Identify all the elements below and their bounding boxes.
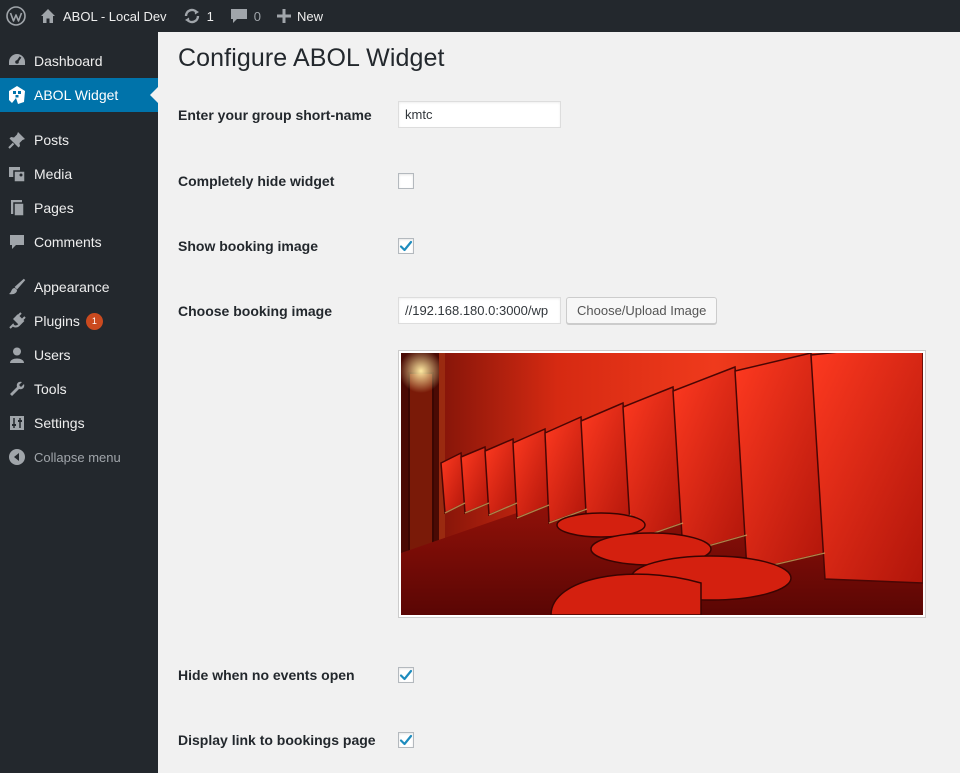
sidebar-item-label: Plugins <box>34 313 80 329</box>
hide-no-events-label: Hide when no events open <box>178 667 355 683</box>
comment-bubble-icon <box>230 8 248 24</box>
admin-bar: ABOL - Local Dev 1 0 New <box>0 0 960 32</box>
comment-icon <box>7 232 27 252</box>
checkmark-icon <box>399 669 413 681</box>
dashboard-icon <box>7 51 27 71</box>
display-link-label: Display link to bookings page <box>178 732 376 748</box>
hide-widget-checkbox[interactable] <box>398 173 414 189</box>
sidebar-item-label: Settings <box>34 415 85 431</box>
booking-image-preview <box>398 350 926 618</box>
booking-image-label: Choose booking image <box>178 303 333 319</box>
checkmark-icon <box>399 240 413 252</box>
sidebar-item-dashboard[interactable]: Dashboard <box>0 44 158 78</box>
sidebar-item-label: Posts <box>34 132 70 148</box>
sidebar-item-label: Tools <box>34 381 67 397</box>
collapse-arrow-icon <box>7 447 27 467</box>
collapse-menu-label: Collapse menu <box>34 449 121 465</box>
show-booking-image-label: Show booking image <box>178 238 319 254</box>
site-name-link[interactable]: ABOL - Local Dev <box>32 0 175 32</box>
comments-count: 0 <box>253 8 262 24</box>
sidebar-item-label: Comments <box>34 234 102 250</box>
sidebar-item-label: Media <box>34 166 73 182</box>
page-title: Configure ABOL Widget <box>178 44 445 72</box>
brush-icon <box>7 277 27 297</box>
main-content: Configure ABOL Widget Enter your group s… <box>158 32 960 773</box>
sidebar-item-media[interactable]: Media <box>0 157 158 191</box>
choose-upload-image-button[interactable]: Choose/Upload Image <box>566 297 718 324</box>
media-icon <box>7 164 27 184</box>
sidebar-item-pages[interactable]: Pages <box>0 191 158 225</box>
plugin-icon <box>7 311 27 331</box>
theatre-seats-image <box>401 353 923 615</box>
comments-link[interactable]: 0 <box>222 0 269 32</box>
sidebar-item-users[interactable]: Users <box>0 338 158 372</box>
user-icon <box>7 345 27 365</box>
pushpin-icon <box>7 130 27 150</box>
site-name: ABOL - Local Dev <box>63 8 167 24</box>
new-content-link[interactable]: New <box>269 0 331 32</box>
home-icon <box>40 8 56 24</box>
wrench-icon <box>7 379 27 399</box>
hide-widget-label: Completely hide widget <box>178 173 335 189</box>
plugins-update-badge: 1 <box>85 312 103 330</box>
sidebar-item-label: Dashboard <box>34 53 103 69</box>
sidebar-item-label: Users <box>34 347 71 363</box>
sidebar-item-posts[interactable]: Posts <box>0 123 158 157</box>
updates-count: 1 <box>206 8 214 24</box>
new-label: New <box>297 8 324 24</box>
short-name-label: Enter your group short-name <box>178 107 372 123</box>
pages-icon <box>7 198 27 218</box>
sidebar-item-appearance[interactable]: Appearance <box>0 270 158 304</box>
admin-sidebar: Dashboard ABOL Widget Posts Media Pages … <box>0 32 158 773</box>
sidebar-item-plugins[interactable]: Plugins 1 <box>0 304 158 338</box>
sidebar-item-label: ABOL Widget <box>34 87 119 103</box>
plus-icon <box>277 9 292 23</box>
sidebar-item-label: Appearance <box>34 279 110 295</box>
sidebar-item-label: Pages <box>34 200 74 216</box>
show-booking-image-checkbox[interactable] <box>398 238 414 254</box>
hide-no-events-checkbox[interactable] <box>398 667 414 683</box>
wordpress-logo-icon[interactable] <box>0 0 32 32</box>
sidebar-item-settings[interactable]: Settings <box>0 406 158 440</box>
abol-widget-icon <box>7 85 27 105</box>
sidebar-item-abol-widget[interactable]: ABOL Widget <box>0 78 158 112</box>
sidebar-item-comments[interactable]: Comments <box>0 225 158 259</box>
refresh-icon <box>183 8 201 24</box>
booking-image-url-input[interactable]: //192.168.180.0:3000/wp <box>398 297 561 324</box>
short-name-input[interactable]: kmtc <box>398 101 561 128</box>
checkmark-icon <box>399 734 413 746</box>
sidebar-item-tools[interactable]: Tools <box>0 372 158 406</box>
collapse-menu-button[interactable]: Collapse menu <box>0 440 158 474</box>
updates-link[interactable]: 1 <box>175 0 222 32</box>
sliders-icon <box>7 413 27 433</box>
display-link-checkbox[interactable] <box>398 732 414 748</box>
